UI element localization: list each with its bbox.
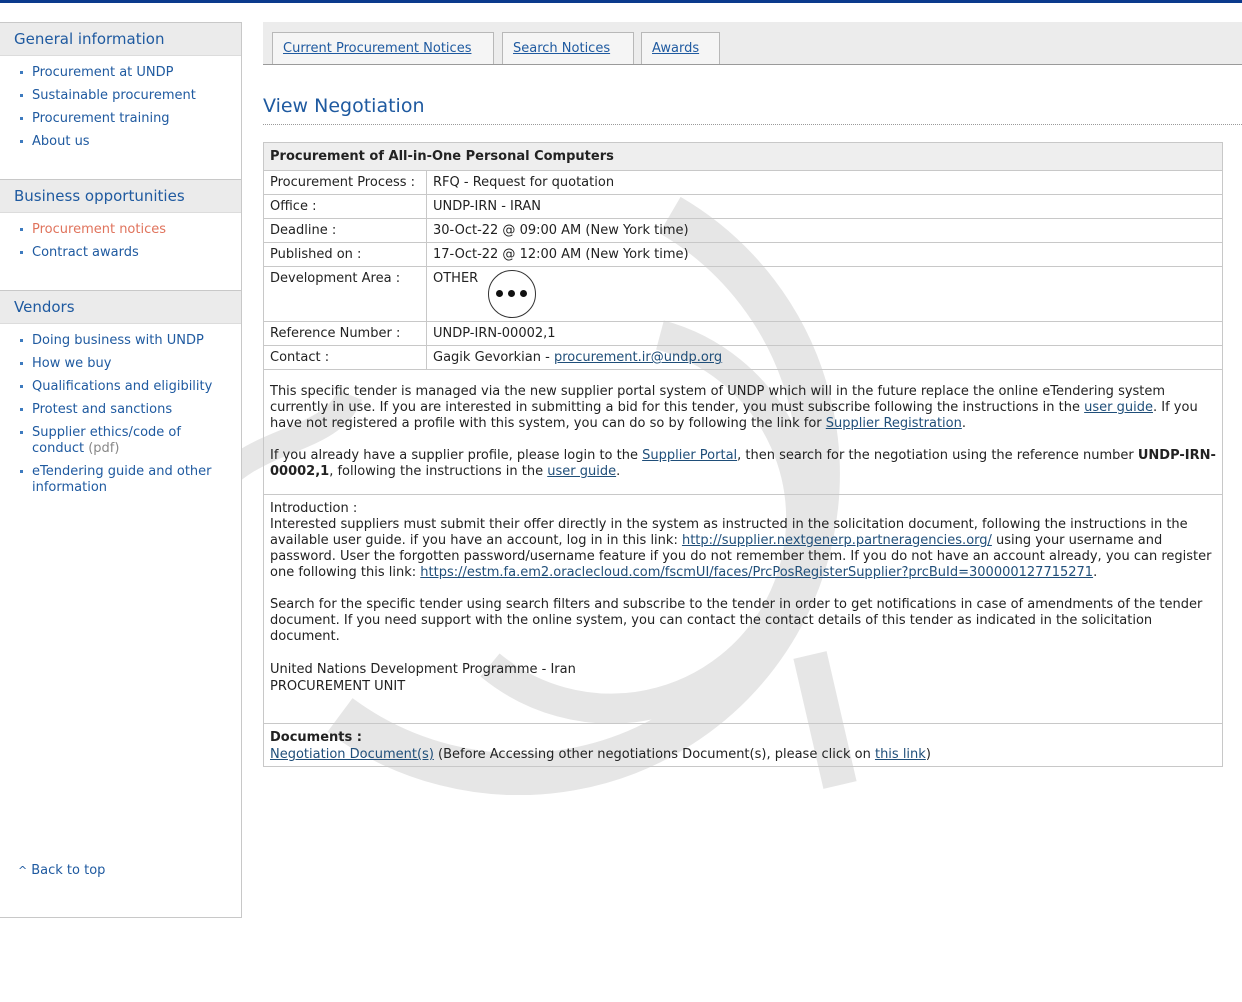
sidebar-item-contract-awards[interactable]: Contract awards	[0, 245, 241, 261]
bullet-icon	[20, 470, 23, 473]
page-title: View Negotiation	[263, 95, 425, 117]
sidebar-list-vendors: Doing business with UNDP How we buy Qual…	[0, 324, 241, 517]
bullet-icon	[20, 362, 23, 365]
field-value-published: 17-Oct-22 @ 12:00 AM (New York time)	[426, 242, 1223, 267]
supplier-login-link[interactable]: http://supplier.nextgenerp.partneragenci…	[682, 533, 992, 548]
supplier-register-link[interactable]: https://estm.fa.em2.oraclecloud.com/fscm…	[420, 565, 1093, 580]
bullet-icon	[20, 251, 23, 254]
tab-search-notices[interactable]: Search Notices	[502, 32, 634, 64]
info-paragraph: This specific tender is managed via the …	[270, 384, 1198, 431]
field-value-deadline: 30-Oct-22 @ 09:00 AM (New York time)	[426, 218, 1223, 243]
sidebar-heading-general: General information	[0, 23, 241, 56]
field-label: Reference Number :	[263, 321, 427, 346]
sidebar-list-general: Procurement at UNDP Sustainable procurem…	[0, 56, 241, 171]
bullet-icon	[20, 385, 23, 388]
sidebar-item-qualifications[interactable]: Qualifications and eligibility	[0, 379, 241, 395]
sidebar-item-procurement-training[interactable]: Procurement training	[0, 111, 241, 127]
caret-up-icon: ^	[18, 864, 28, 877]
contact-name: Gagik Gevorkian -	[433, 350, 550, 365]
documents-note: (Before Accessing other negotiations Doc…	[438, 747, 871, 762]
notice-title: Procurement of All-in-One Personal Compu…	[263, 142, 1223, 171]
sidebar-list-business: Procurement notices Contract awards	[0, 213, 241, 282]
documents-section: Documents : Negotiation Document(s) (Bef…	[263, 723, 1223, 767]
bullet-icon	[20, 339, 23, 342]
signature-line: PROCUREMENT UNIT	[270, 679, 406, 694]
sidebar-item-supplier-ethics[interactable]: Supplier ethics/code of conduct (pdf)	[0, 425, 241, 457]
bullet-icon	[20, 117, 23, 120]
sidebar-item-how-we-buy[interactable]: How we buy	[0, 356, 241, 372]
this-link[interactable]: this link	[875, 747, 926, 762]
user-guide-link[interactable]: user guide	[547, 464, 616, 479]
sidebar-item-etendering-guide[interactable]: eTendering guide and other information	[0, 464, 241, 496]
field-value-process: RFQ - Request for quotation	[426, 170, 1223, 195]
field-label: Development Area :	[263, 266, 427, 322]
back-to-top-link[interactable]: ^ Back to top	[18, 863, 105, 878]
sidebar: General information Procurement at UNDP …	[0, 22, 242, 918]
bullet-icon	[20, 431, 23, 434]
user-guide-link[interactable]: user guide	[1084, 400, 1153, 415]
more-options-button[interactable]	[488, 270, 537, 318]
negotiation-documents-link[interactable]: Negotiation Document(s)	[270, 747, 434, 762]
field-value-contact: Gagik Gevorkian - procurement.ir@undp.or…	[426, 345, 1223, 370]
field-label: Published on :	[263, 242, 427, 267]
bullet-icon	[20, 408, 23, 411]
sidebar-item-procurement-at-undp[interactable]: Procurement at UNDP	[0, 65, 241, 81]
sidebar-item-doing-business[interactable]: Doing business with UNDP	[0, 333, 241, 349]
introduction-section: Introduction : Interested suppliers must…	[263, 494, 1223, 724]
dot-icon	[496, 290, 504, 297]
table-row: Office : UNDP-IRN - IRAN	[263, 194, 1223, 219]
table-row: This specific tender is managed via the …	[263, 369, 1223, 495]
bullet-icon	[20, 140, 23, 143]
intro-paragraph: Interested suppliers must submit their o…	[270, 517, 1212, 580]
table-row: Published on : 17-Oct-22 @ 12:00 AM (New…	[263, 242, 1223, 267]
supplier-portal-link[interactable]: Supplier Portal	[642, 448, 737, 463]
bullet-icon	[20, 94, 23, 97]
table-header-row: Procurement of All-in-One Personal Compu…	[263, 142, 1223, 171]
bullet-icon	[20, 228, 23, 231]
dot-icon	[508, 290, 516, 297]
pdf-label: (pdf)	[88, 441, 120, 456]
contact-email-link[interactable]: procurement.ir@undp.org	[554, 350, 722, 365]
sidebar-item-procurement-notices[interactable]: Procurement notices	[0, 222, 241, 238]
sidebar-heading-business: Business opportunities	[0, 180, 241, 213]
field-value-area-cell: OTHER	[426, 266, 1223, 322]
title-divider	[263, 124, 1242, 125]
field-value-development-area: OTHER	[433, 271, 479, 286]
bullet-icon	[20, 71, 23, 74]
table-row: Contact : Gagik Gevorkian - procurement.…	[263, 345, 1223, 370]
table-row: Introduction : Interested suppliers must…	[263, 494, 1223, 724]
sidebar-item-protest-sanctions[interactable]: Protest and sanctions	[0, 402, 241, 418]
signature-line: United Nations Development Programme - I…	[270, 662, 576, 677]
field-label: Procurement Process :	[263, 170, 427, 195]
table-row: Deadline : 30-Oct-22 @ 09:00 AM (New Yor…	[263, 218, 1223, 243]
field-label: Office :	[263, 194, 427, 219]
supplier-portal-info: This specific tender is managed via the …	[263, 369, 1223, 495]
dot-icon	[520, 290, 528, 297]
field-value-reference: UNDP-IRN-00002,1	[426, 321, 1223, 346]
field-label: Deadline :	[263, 218, 427, 243]
field-label: Contact :	[263, 345, 427, 370]
table-row: Procurement Process : RFQ - Request for …	[263, 170, 1223, 195]
intro-paragraph: Search for the specific tender using sea…	[270, 597, 1203, 644]
introduction-label: Introduction :	[270, 501, 358, 516]
table-row: Reference Number : UNDP-IRN-00002,1	[263, 321, 1223, 346]
documents-label: Documents :	[270, 730, 362, 745]
tab-current-notices[interactable]: Current Procurement Notices	[272, 32, 494, 64]
table-row: Development Area : OTHER	[263, 266, 1223, 322]
tab-bar: Current Procurement Notices Search Notic…	[263, 22, 1242, 65]
table-row: Documents : Negotiation Document(s) (Bef…	[263, 723, 1223, 767]
top-bar	[0, 0, 1242, 3]
negotiation-details-table: Procurement of All-in-One Personal Compu…	[263, 142, 1223, 767]
supplier-registration-link[interactable]: Supplier Registration	[826, 416, 962, 431]
sidebar-item-about-us[interactable]: About us	[0, 134, 241, 150]
sidebar-item-sustainable-procurement[interactable]: Sustainable procurement	[0, 88, 241, 104]
sidebar-heading-vendors: Vendors	[0, 291, 241, 324]
field-value-office: UNDP-IRN - IRAN	[426, 194, 1223, 219]
tab-awards[interactable]: Awards	[641, 32, 720, 64]
info-paragraph: If you already have a supplier profile, …	[270, 448, 1216, 479]
